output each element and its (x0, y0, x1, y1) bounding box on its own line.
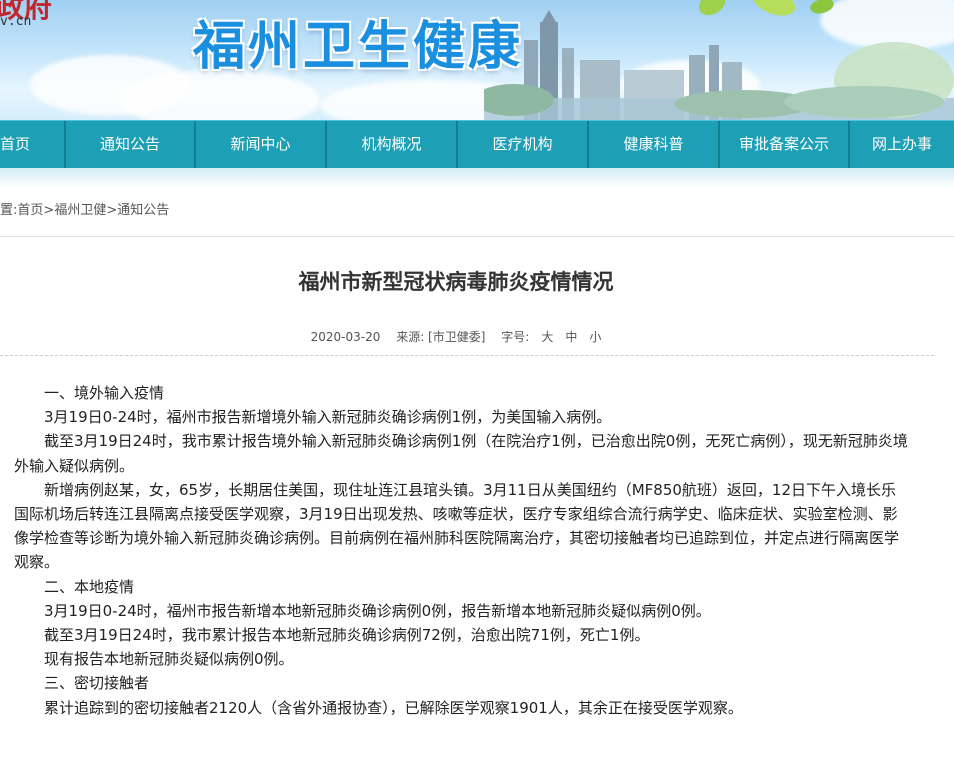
city-skyline-illustration (484, 0, 954, 120)
dashed-divider (0, 355, 934, 356)
nav-item-online-services[interactable]: 网上办事 (850, 121, 954, 168)
font-size-large-option[interactable]: 大 (541, 330, 553, 344)
breadcrumb-link-fuzhou-health[interactable]: 福州卫健 (54, 203, 106, 218)
font-size-medium-option[interactable]: 中 (565, 330, 577, 344)
article-paragraph: 截至3月19日24时，我市累计报告本地新冠肺炎确诊病例72例，治愈出院71例，死… (44, 626, 650, 645)
section-heading: 一、境外输入疫情 (44, 384, 165, 402)
nav-shadow (0, 168, 954, 188)
section-heading: 二、本地疫情 (44, 577, 135, 596)
nav-item-medical-institutions[interactable]: 医疗机构 (458, 121, 589, 168)
article-paragraph: 3月19日0-24时，福州市报告新增本地新冠肺炎确诊病例0例，报告新增本地新冠肺… (44, 601, 711, 620)
domain-text: v.cn (0, 14, 32, 29)
breadcrumb: 置:首页>福州卫健>通知公告 (0, 199, 169, 221)
breadcrumb-separator: > (43, 203, 55, 218)
article-title: 福州市新型冠状病毒肺炎疫情情况 (298, 270, 614, 294)
article-source: 来源: [市卫健委] (396, 330, 486, 344)
breadcrumb-link-notices[interactable]: 通知公告 (117, 203, 169, 218)
nav-item-news[interactable]: 新闻中心 (196, 121, 327, 168)
header-banner: 政府 v.cn 福州卫生健康 (0, 0, 954, 120)
article-date: 2020-03-20 (310, 330, 381, 344)
article-paragraph: 累计追踪到的密切接触者2120人（含省外通报协查），已解除医学观察1901人，其… (44, 698, 743, 717)
nav-item-health-education[interactable]: 健康科普 (589, 121, 720, 168)
section-heading: 三、密切接触者 (44, 674, 150, 693)
article-meta: 2020-03-20 来源: [市卫健委] 字号: 大中小 (0, 328, 912, 345)
article-paragraph: 3月19日0-24时，福州市报告新增境外输入新冠肺炎确诊病例1例，为美国输入病例… (44, 408, 612, 427)
divider (0, 236, 954, 237)
article-body: 一、境外输入疫情 3月19日0-24时，福州市报告新增境外输入新冠肺炎确诊病例1… (14, 381, 910, 720)
breadcrumb-link-home[interactable]: 首页 (17, 203, 43, 218)
main-nav: 首页 通知公告 新闻中心 机构概况 医疗机构 健康科普 审批备案公示 网上办事 (0, 120, 954, 168)
breadcrumb-separator: > (106, 203, 118, 218)
nav-item-approval-records[interactable]: 审批备案公示 (720, 121, 850, 168)
nav-item-home[interactable]: 首页 (0, 121, 66, 168)
font-size-label: 字号: (501, 330, 530, 344)
nav-item-notices[interactable]: 通知公告 (66, 121, 196, 168)
font-size-small-option[interactable]: 小 (589, 330, 601, 344)
article-paragraph: 截至3月19日24时，我市累计报告境外输入新冠肺炎确诊病例1例（在院治疗1例，已… (14, 432, 908, 475)
site-title: 福州卫生健康 (193, 17, 524, 77)
nav-item-about[interactable]: 机构概况 (327, 121, 458, 168)
article-paragraph: 现有报告本地新冠肺炎疑似病例0例。 (44, 650, 294, 669)
article-paragraph: 新增病例赵某，女，65岁，长期居住美国，现住址连江县琯头镇。3月11日从美国纽约… (14, 480, 900, 572)
breadcrumb-prefix: 置: (0, 203, 18, 218)
